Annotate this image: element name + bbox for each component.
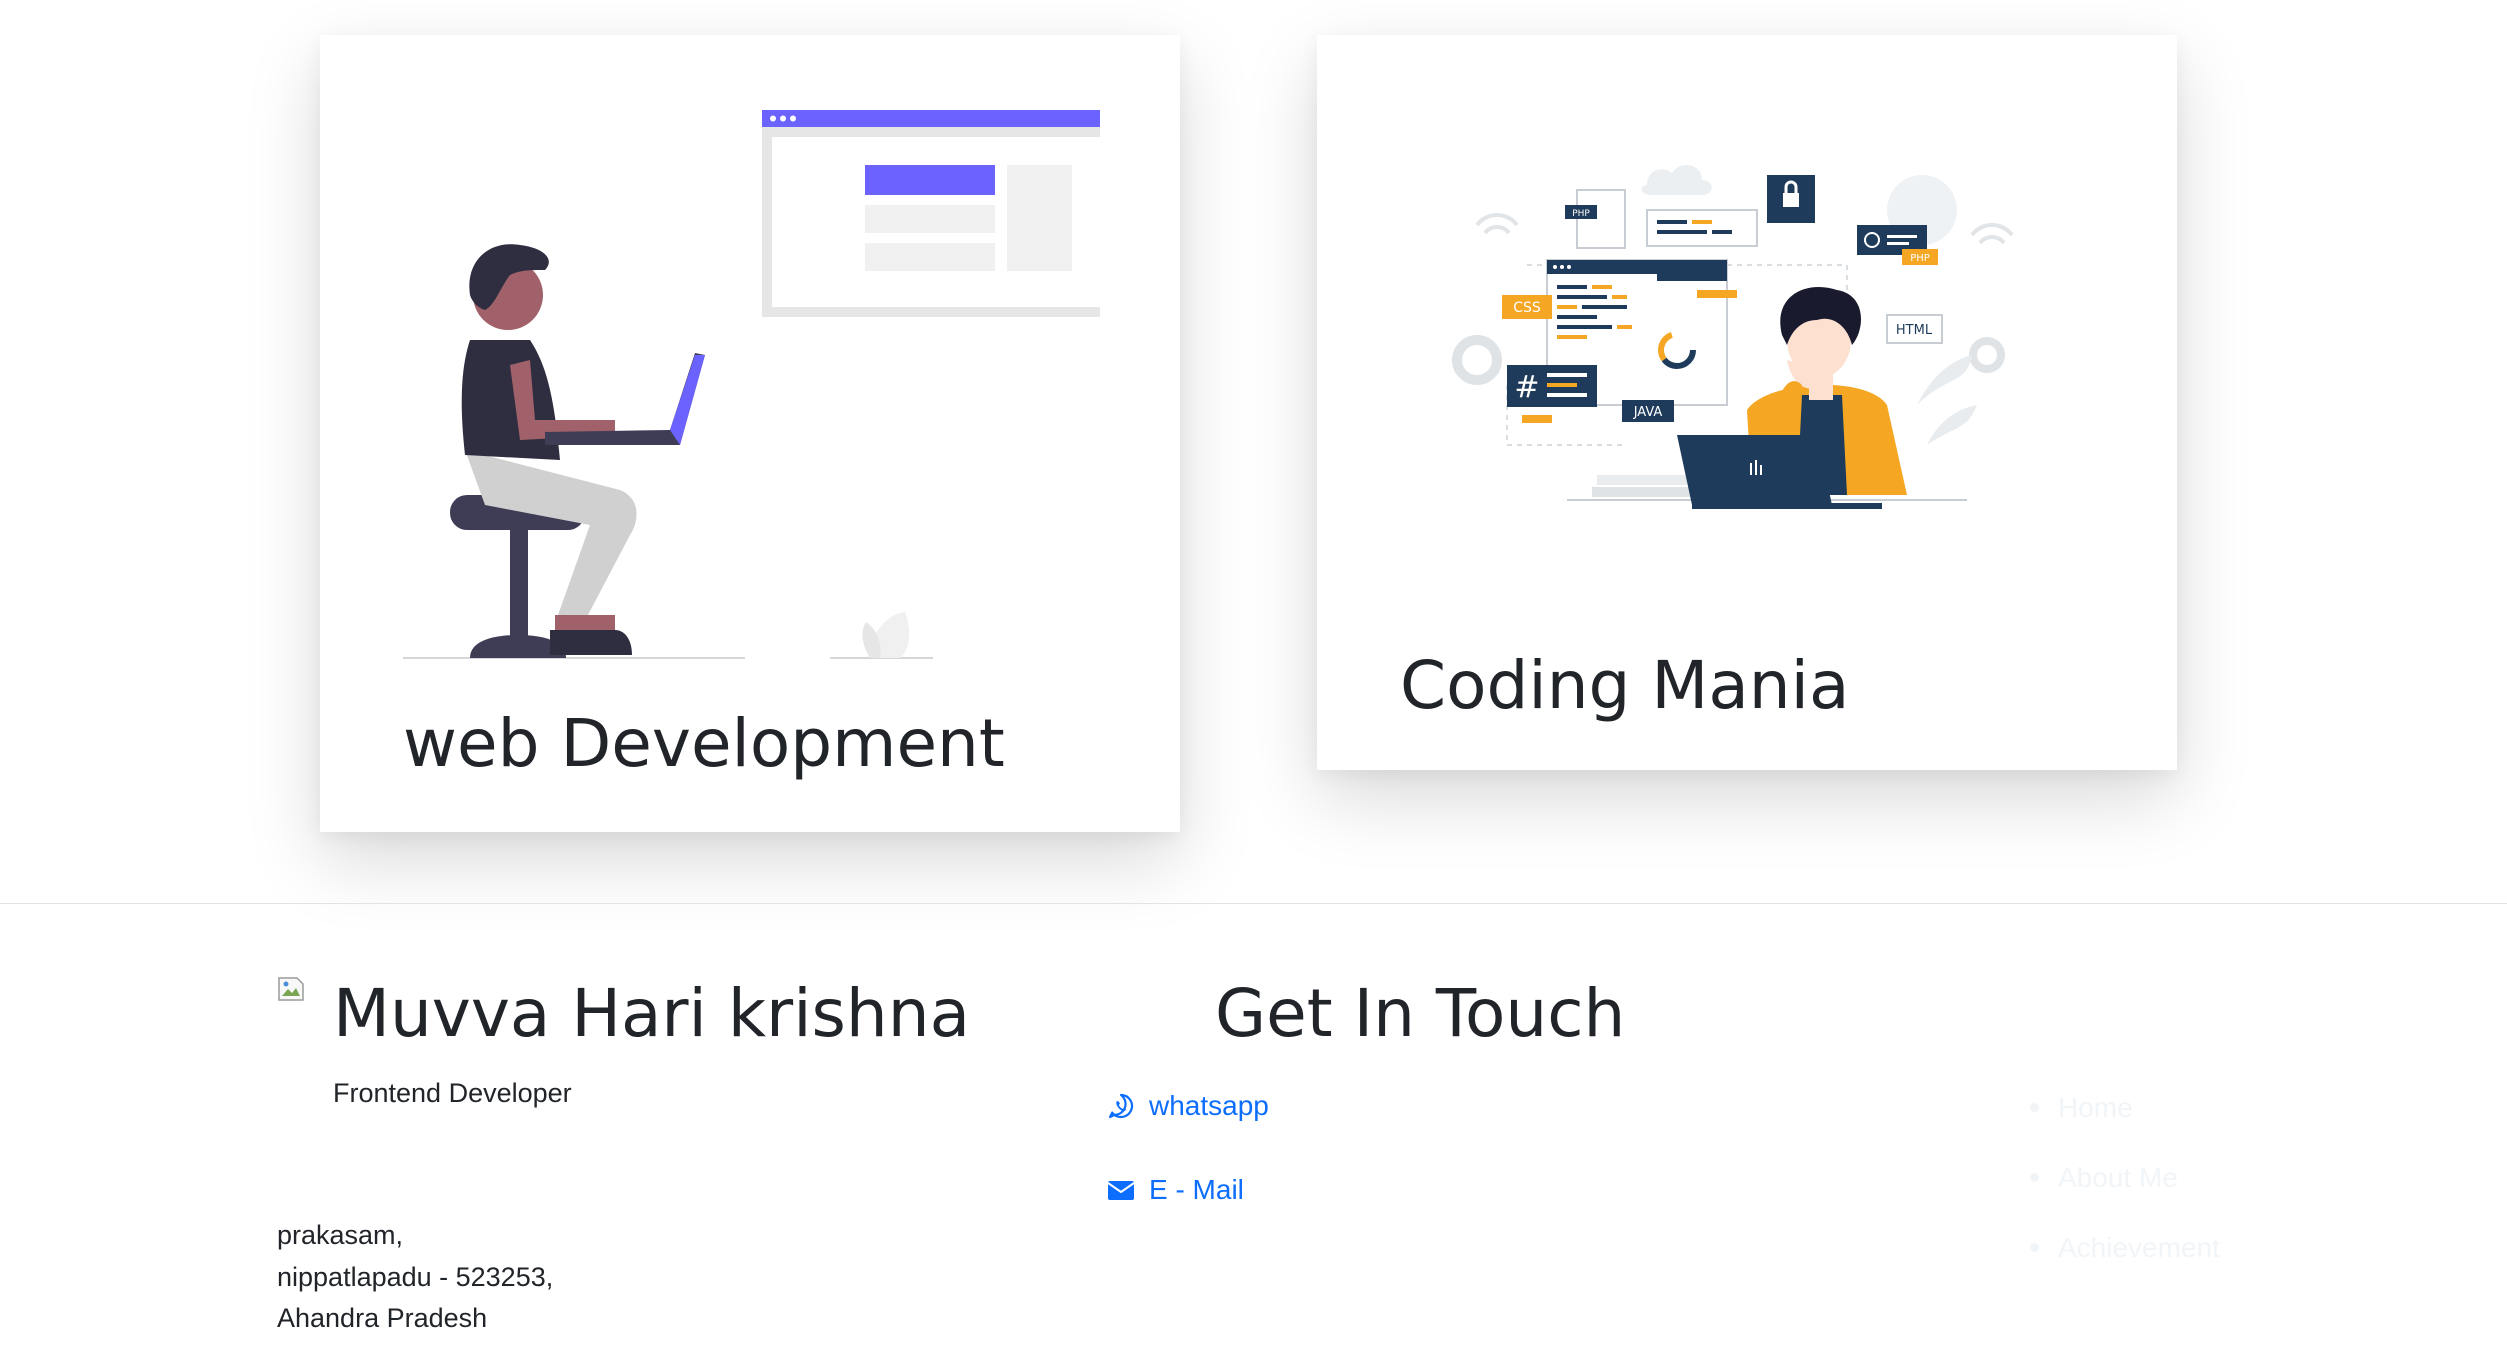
email-label: E - Mail xyxy=(1149,1174,1244,1205)
svg-text:#: # xyxy=(1514,370,1539,405)
address-line: Ahandra Pradesh xyxy=(277,1303,488,1333)
address-line: prakasam, xyxy=(277,1220,404,1250)
coding-mania-illustration: PHP PHP CSS # JAVA HTML xyxy=(1452,164,2014,509)
card-title: Coding Mania xyxy=(1400,647,1850,724)
footer-nav-about-me[interactable]: About Me xyxy=(2030,1160,2220,1230)
web-development-card: web Development xyxy=(320,35,1180,832)
section-divider xyxy=(0,903,2507,904)
whatsapp-label: whatsapp xyxy=(1149,1090,1269,1121)
svg-text:JAVA: JAVA xyxy=(1633,405,1663,420)
svg-text:CSS: CSS xyxy=(1513,300,1541,316)
footer-nav: Home About Me Achievement xyxy=(2030,1090,2220,1300)
address-line: nippatlapadu - 523253, xyxy=(277,1262,554,1292)
whatsapp-icon xyxy=(1108,1093,1134,1119)
get-in-touch-heading: Get In Touch xyxy=(1215,975,1626,1052)
email-link[interactable]: E - Mail xyxy=(1107,1174,1244,1206)
footer-nav-achievement[interactable]: Achievement xyxy=(2030,1230,2220,1300)
card-title: web Development xyxy=(403,705,1005,782)
svg-text:PHP: PHP xyxy=(1572,209,1590,219)
footer-nav-home[interactable]: Home xyxy=(2030,1090,2220,1160)
envelope-icon xyxy=(1107,1181,1135,1200)
broken-image-icon xyxy=(278,977,304,1001)
svg-text:PHP: PHP xyxy=(1910,253,1930,264)
developer-role: Frontend Developer xyxy=(333,1078,572,1108)
web-development-illustration xyxy=(403,110,1100,659)
whatsapp-link[interactable]: whatsapp xyxy=(1107,1090,1269,1122)
coding-mania-card: PHP PHP CSS # JAVA HTML Coding Mania xyxy=(1317,35,2177,770)
svg-text:HTML: HTML xyxy=(1896,323,1933,338)
developer-name: Muvva Hari krishna xyxy=(333,975,971,1052)
